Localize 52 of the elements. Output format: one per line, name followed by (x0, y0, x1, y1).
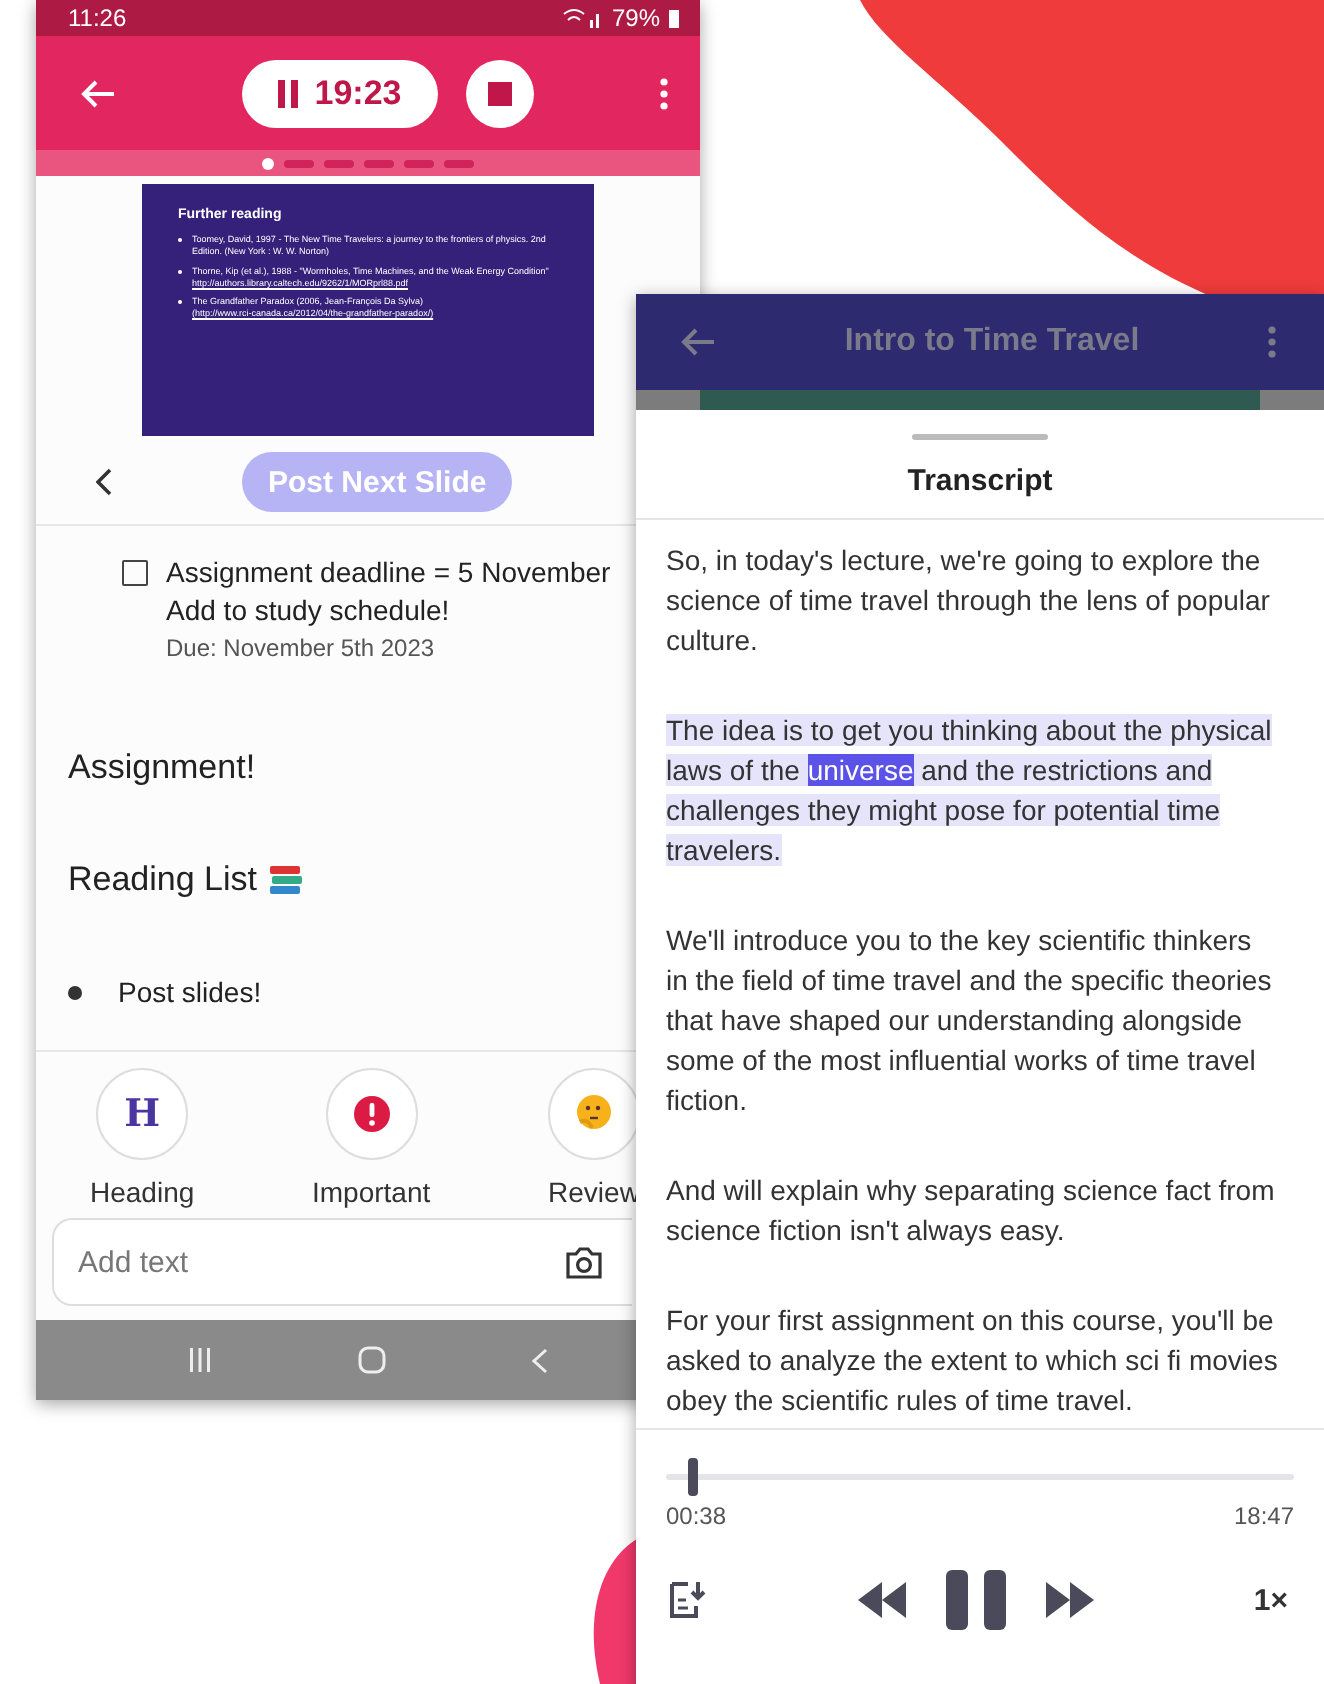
back-icon[interactable] (680, 326, 716, 358)
battery-level: 79% (611, 4, 660, 32)
bullet-text: Post slides! (118, 976, 262, 1008)
add-text-box[interactable]: Add text (52, 1218, 632, 1306)
format-label: Important (312, 1176, 431, 1208)
transcript-icon[interactable] (666, 1580, 706, 1620)
battery-icon (668, 8, 680, 28)
sheet-title: Transcript (636, 440, 1324, 520)
format-button[interactable]: H (96, 1068, 189, 1160)
stop-icon (487, 81, 512, 105)
previous-icon[interactable] (96, 468, 112, 496)
task-title: Assignment deadline = 5 November (166, 554, 611, 592)
signal-icon (559, 8, 604, 28)
transcript-paragraph: So, in today's lecture, we're going to explore the science of time travel through the lens of popular culture. (666, 542, 1272, 660)
due-date: Due: November 5th 2023 (166, 632, 437, 666)
transcript-paragraph: The idea is to get you thinking about the physical laws of the universe and the restrictions and challenges they might pose for potential time travelers. (666, 712, 1274, 870)
pause-icon[interactable] (946, 1570, 1007, 1630)
transcript-paragraph: For your first assignment on this course, you'll be asked to analyze the extent to which sci fi movies obey the scientific rules of time travel. (666, 1302, 1280, 1420)
elapsed-time: 00:38 (666, 1502, 727, 1530)
pause-icon (278, 79, 299, 107)
note-heading: Reading List (68, 860, 258, 900)
recents-icon[interactable] (188, 1348, 213, 1372)
clock-time: 11:26 (68, 4, 127, 32)
transcript-paragraph: And will explain why separating science fact from science fiction isn't always easy. (666, 1172, 1277, 1250)
thinking-face-icon (573, 1094, 614, 1134)
exclamation-icon (353, 1096, 390, 1132)
seek-thumb[interactable] (687, 1458, 698, 1496)
speed-button[interactable]: 1× (1247, 1583, 1295, 1617)
books-icon (267, 864, 304, 896)
checkbox[interactable] (122, 560, 148, 586)
heading-icon: H (124, 1092, 161, 1136)
format-label: Heading (90, 1176, 195, 1208)
home-icon[interactable] (357, 1346, 386, 1374)
add-text-field[interactable]: Add text (78, 1245, 564, 1279)
transcript-paragraph: We'll introduce you to the key scientific thinkers in the field of time travel and the specific theories that have shaped our understanding alongside some of the most influential works of time travel fiction. (666, 922, 1274, 1120)
page-dot[interactable] (262, 157, 274, 169)
format-button[interactable] (325, 1068, 418, 1160)
pause-timer-button[interactable]: 19:23 (242, 59, 438, 127)
lecture-title: Intro to Time Travel (842, 324, 1142, 360)
format-label: Review (548, 1176, 640, 1208)
task-text: Add to study schedule! (166, 592, 452, 630)
note-heading: Assignment! (68, 748, 256, 788)
fast-forward-icon[interactable] (1046, 1582, 1095, 1618)
bullet-icon (68, 985, 82, 999)
camera-icon[interactable] (564, 1245, 604, 1279)
rewind-icon[interactable] (858, 1582, 907, 1618)
total-time: 18:47 (1233, 1502, 1294, 1530)
stop-button[interactable] (465, 59, 534, 127)
menu-icon[interactable] (660, 77, 669, 109)
menu-icon[interactable] (1268, 326, 1276, 358)
drag-handle[interactable] (912, 434, 1048, 440)
seek-slider[interactable] (666, 1458, 1294, 1496)
